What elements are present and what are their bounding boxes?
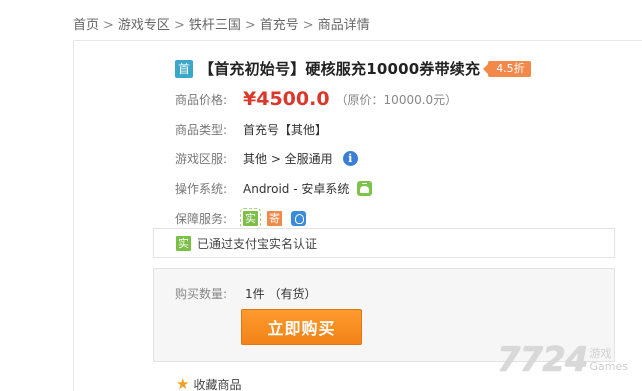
safe-icon[interactable] xyxy=(291,211,306,226)
favorite-link[interactable]: ★ 收藏商品 xyxy=(176,375,241,391)
breadcrumb-separator: > xyxy=(244,18,256,33)
breadcrumb-game[interactable]: 铁杆三国 xyxy=(189,18,241,33)
verification-text: 已通过支付宝实名认证 xyxy=(197,236,318,251)
watermark-side-bottom: Games xyxy=(589,360,628,373)
type-label: 商品类型: xyxy=(175,123,228,137)
server-label: 游戏区服: xyxy=(175,152,228,166)
os-label: 操作系统: xyxy=(175,182,228,196)
type-value: 首充号【其他】 xyxy=(243,123,328,137)
breadcrumb: 首页 > 游戏专区 > 铁杆三国 > 首充号 > 商品详情 xyxy=(73,14,370,33)
price-row: 商品价格: ¥4500.0 （原价：10000.0元） xyxy=(175,88,457,110)
quantity-value: 1件 （有货） xyxy=(245,287,317,301)
real-name-service-icon[interactable]: 实 xyxy=(240,208,261,229)
left-border xyxy=(73,40,74,391)
favorite-label: 收藏商品 xyxy=(193,377,242,391)
breadcrumb-separator: > xyxy=(302,18,314,33)
real-name-icon: 实 xyxy=(176,235,191,251)
star-icon: ★ xyxy=(176,375,190,391)
quantity-label: 购买数量: xyxy=(175,287,228,301)
consignment-service-icon[interactable]: 寄 xyxy=(267,211,282,226)
breadcrumb-category[interactable]: 首充号 xyxy=(260,18,299,33)
watermark-side: 游戏 Games xyxy=(590,347,628,373)
product-title-row: 首 【首充初始号】硬核服充10000券带续充 4.5折 xyxy=(175,58,531,79)
buy-now-button[interactable]: 立即购买 xyxy=(241,309,362,345)
verification-box: 实 已通过支付宝实名认证 xyxy=(153,228,615,258)
os-value: Android - 安卓系统 xyxy=(243,182,350,196)
server-row: 游戏区服: 其他 > 全服通用 i xyxy=(175,150,358,167)
breadcrumb-separator: > xyxy=(103,18,114,33)
product-title: 【首充初始号】硬核服充10000券带续充 xyxy=(199,60,481,78)
os-row: 操作系统: Android - 安卓系统 xyxy=(175,180,373,197)
original-price: （原价：10000.0元） xyxy=(335,92,458,107)
service-row: 保障服务: 实 寄 xyxy=(175,208,315,229)
breadcrumb-home[interactable]: 首页 xyxy=(73,18,99,33)
type-row: 商品类型: 首充号【其他】 xyxy=(175,121,327,138)
watermark-logo: 7724 xyxy=(496,340,589,380)
breadcrumb-current: 商品详情 xyxy=(317,18,370,33)
price-value: ¥4500.0 xyxy=(243,88,330,110)
quantity-row: 购买数量: 1件 （有货） xyxy=(175,285,316,302)
site-watermark: 7724 游戏 Games xyxy=(497,340,628,380)
service-label: 保障服务: xyxy=(175,212,228,226)
android-icon xyxy=(357,181,373,196)
info-icon[interactable]: i xyxy=(342,151,358,166)
watermark-side-top: 游戏 xyxy=(589,347,612,360)
server-value: 其他 > 全服通用 xyxy=(243,152,333,166)
discount-tag: 4.5折 xyxy=(483,60,531,77)
header-divider xyxy=(73,40,642,41)
first-charge-badge: 首 xyxy=(175,59,193,78)
breadcrumb-separator: > xyxy=(173,18,185,33)
price-label: 商品价格: xyxy=(175,92,228,107)
breadcrumb-game-zone[interactable]: 游戏专区 xyxy=(118,18,170,33)
